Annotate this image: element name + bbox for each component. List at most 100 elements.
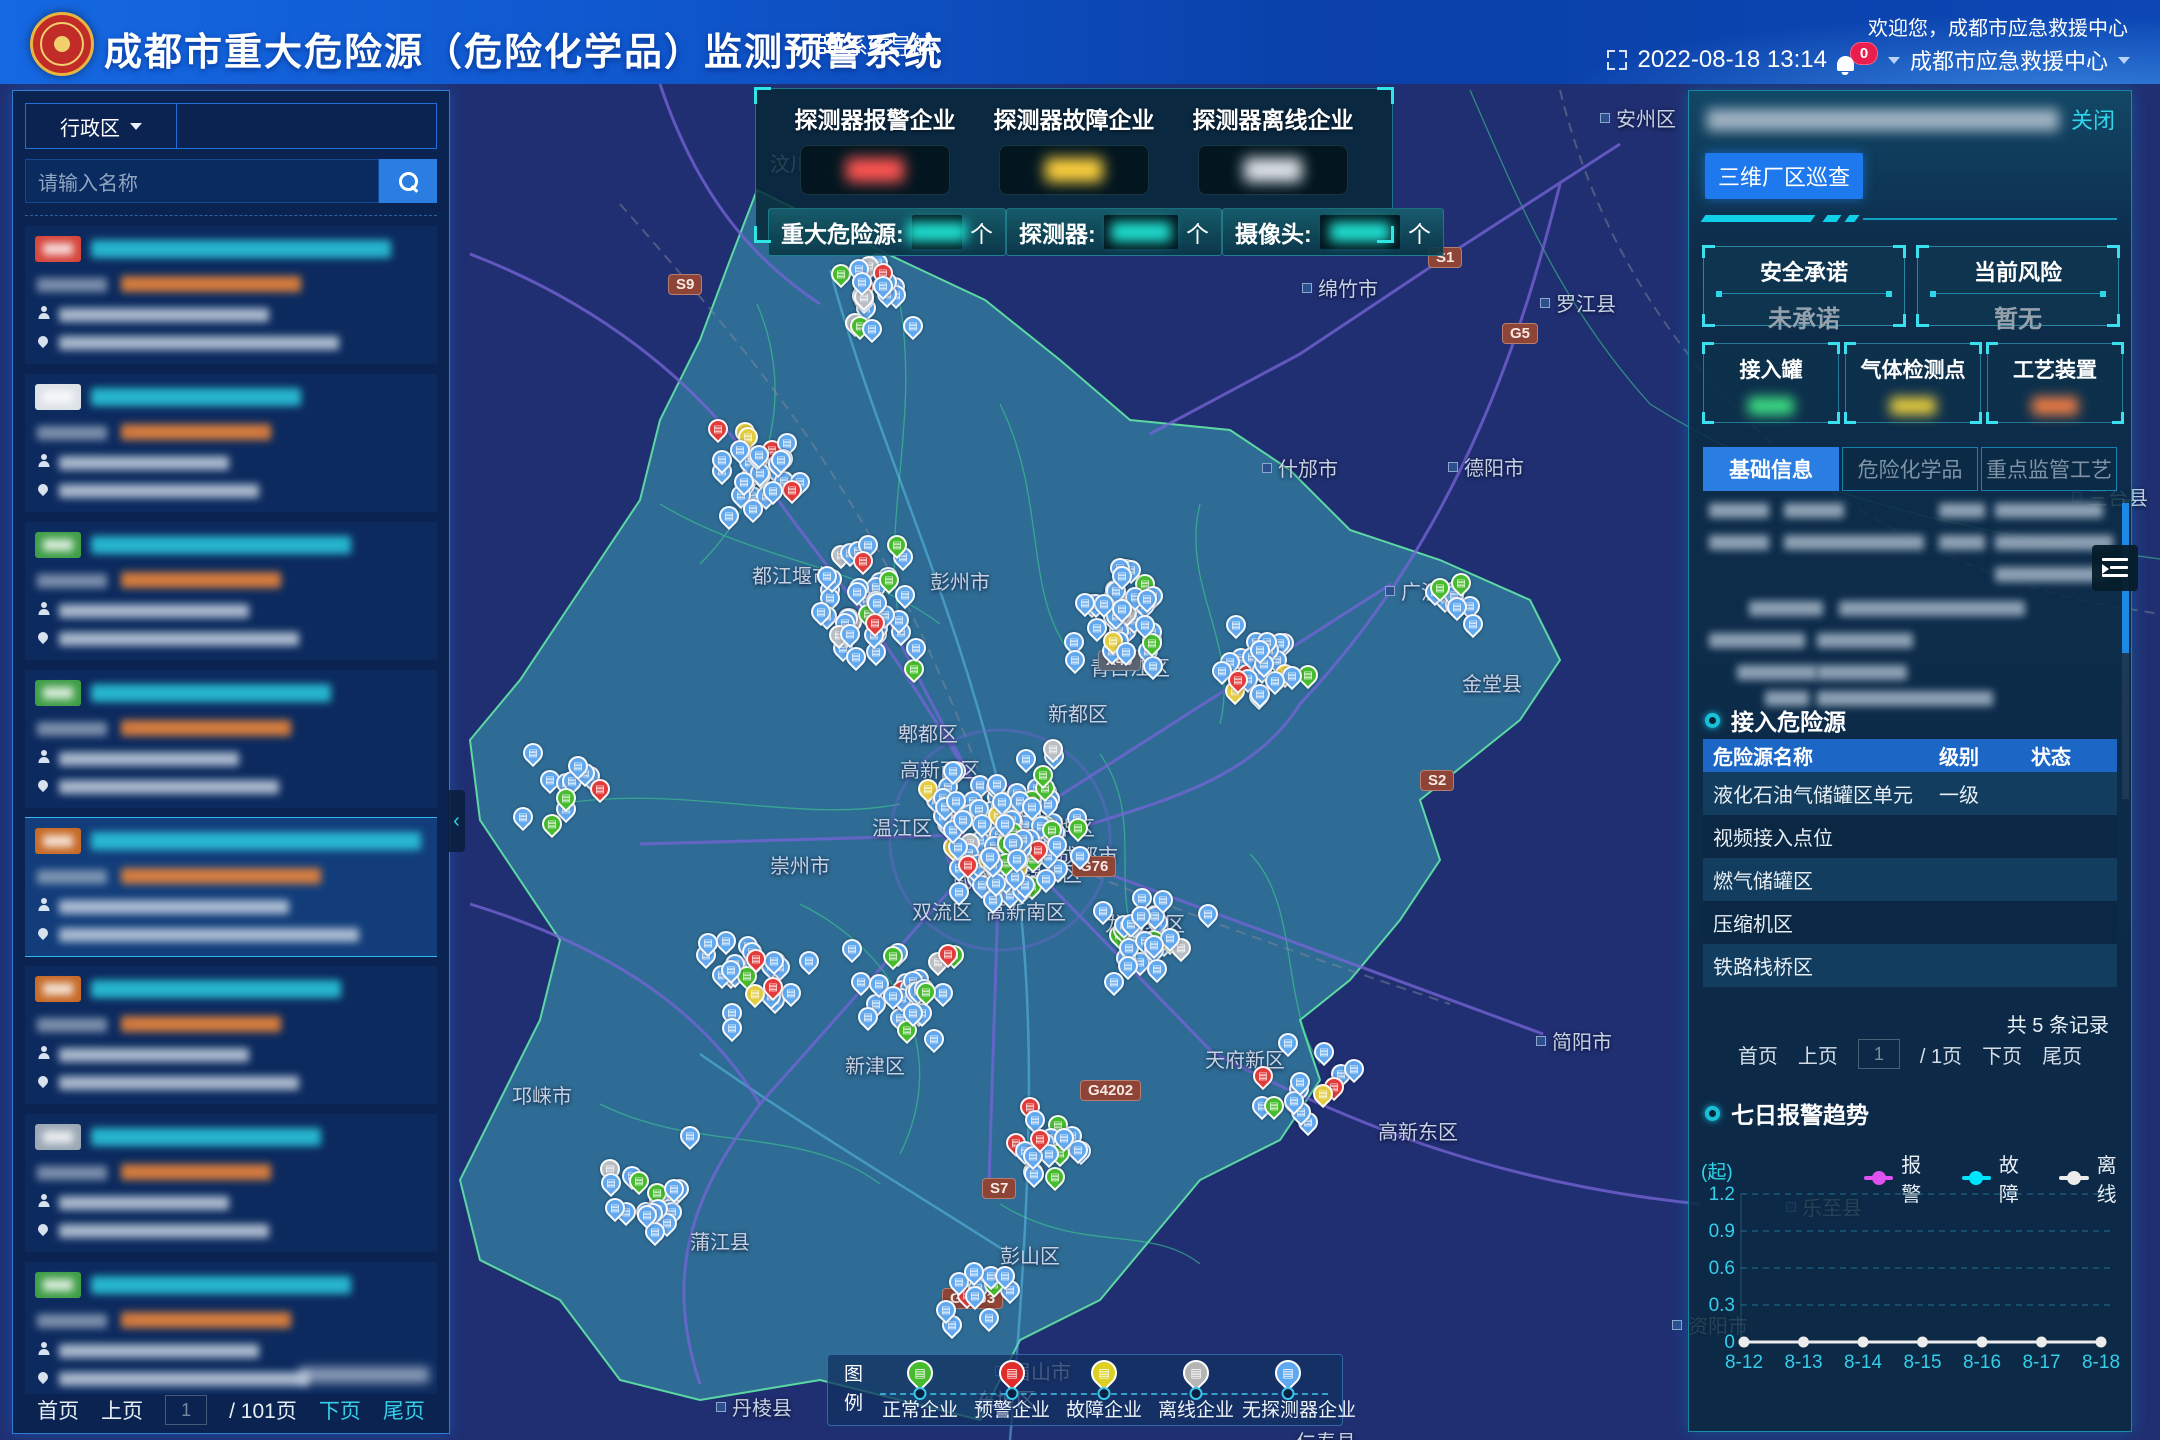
- field-label-blurred: [37, 870, 107, 884]
- address-blurred: [59, 484, 259, 498]
- legend-item-label: 故障企业: [1058, 1395, 1150, 1422]
- system-nav-button[interactable]: 系统导航: [818, 29, 934, 61]
- pagination-last[interactable]: 尾页: [2042, 1040, 2082, 1069]
- company-card[interactable]: [25, 818, 437, 956]
- company-list: [25, 226, 437, 1394]
- hazard-pagination: 首页 上页 1 / 1页 下页 尾页: [1689, 1039, 2131, 1069]
- person-icon: [37, 306, 50, 319]
- tab-危险化学品[interactable]: 危险化学品: [1842, 447, 1978, 491]
- corner-bracket: [1702, 314, 1715, 327]
- city-name: 新津区: [845, 1050, 905, 1079]
- legend-item-label: 离线企业: [1150, 1395, 1242, 1422]
- company-name-blurred: [91, 1128, 321, 1146]
- pagination-prev[interactable]: 上页: [101, 1395, 143, 1425]
- tab-重点监管工艺[interactable]: 重点监管工艺: [1981, 447, 2117, 491]
- region-filter-input[interactable]: [177, 104, 436, 148]
- company-card[interactable]: [25, 966, 437, 1104]
- city-name: 金堂县: [1462, 668, 1522, 697]
- city-label: 彭山区: [1000, 1240, 1060, 1269]
- city-name: 德阳市: [1464, 452, 1524, 481]
- corner-bracket: [1970, 342, 1982, 354]
- corner-bracket: [1702, 245, 1715, 258]
- bell-icon: [1837, 56, 1854, 71]
- close-button[interactable]: 关闭: [2071, 103, 2115, 135]
- panel-scrollbar[interactable]: [2122, 499, 2129, 799]
- detector-stat-card: 探测器报警企业: [782, 101, 968, 195]
- info-field-blurred: [1749, 601, 1823, 616]
- user-org-dropdown[interactable]: 成都市应急救援中心: [1910, 44, 2108, 76]
- total-counter: 重大危险源:个: [768, 208, 1006, 256]
- plant-3d-tour-button[interactable]: 三维厂区巡查: [1705, 153, 1863, 199]
- company-card[interactable]: [25, 374, 437, 512]
- total-counter: 探测器:个: [1006, 208, 1222, 256]
- info-field-blurred: [1939, 535, 1985, 550]
- corner-bracket: [1377, 226, 1394, 243]
- pagination-first[interactable]: 首页: [1738, 1040, 1778, 1069]
- counter-digits-box: [1104, 215, 1178, 249]
- pagination-page-input[interactable]: 1: [1858, 1039, 1900, 1069]
- person-icon: [37, 1046, 50, 1059]
- field-label-blurred: [37, 574, 107, 588]
- city-name: 郫都区: [898, 718, 958, 747]
- welcome-text: 欢迎您，成都市应急救援中心: [1868, 12, 2128, 41]
- hazard-table-row[interactable]: 视频接入点位: [1703, 815, 2117, 858]
- sidebar-collapse-button[interactable]: ‹: [448, 790, 465, 852]
- hazard-table-row[interactable]: 液化石油气储罐区单元一级: [1703, 772, 2117, 815]
- detector-stats-cards: 探测器报警企业探测器故障企业探测器离线企业: [756, 89, 1392, 195]
- svg-text:0.3: 0.3: [1709, 1295, 1735, 1316]
- hazard-type-blurred: [121, 1164, 271, 1180]
- corner-bracket: [754, 226, 771, 243]
- stat-value-box: [800, 145, 950, 195]
- company-tag-badge: [35, 236, 81, 262]
- trend-section-header: 七日报警趋势: [1705, 1096, 1869, 1130]
- pagination-first[interactable]: 首页: [37, 1395, 79, 1425]
- notification-bell-button[interactable]: 0: [1837, 50, 1878, 71]
- pagination-page-input[interactable]: 1: [165, 1395, 207, 1425]
- svg-text:1.2: 1.2: [1709, 1184, 1735, 1205]
- city-label: 丹棱县: [716, 1392, 792, 1421]
- chevron-down-icon: [1888, 57, 1900, 64]
- person-icon: [37, 1342, 50, 1355]
- counter-unit: 个: [1186, 215, 1209, 249]
- corner-bracket: [1893, 245, 1906, 258]
- tag-text-blurred: [43, 1279, 73, 1291]
- legend-item: ▤故障企业: [1058, 1355, 1150, 1425]
- search-button[interactable]: [379, 159, 437, 203]
- grid-icon: [818, 36, 836, 54]
- pagination-last[interactable]: 尾页: [383, 1395, 425, 1425]
- app-logo-icon: [30, 12, 94, 76]
- trend-y-unit: (起): [1701, 1157, 1733, 1184]
- company-card[interactable]: [25, 522, 437, 660]
- company-card[interactable]: [25, 226, 437, 364]
- city-label: 高新东区: [1378, 1116, 1458, 1145]
- region-filter-select[interactable]: 行政区: [26, 104, 177, 148]
- company-card[interactable]: [25, 1114, 437, 1252]
- panel-expand-button[interactable]: [2092, 545, 2138, 591]
- hazard-table-row[interactable]: 压缩机区: [1703, 901, 2117, 944]
- search-input[interactable]: 请输入名称: [25, 159, 379, 203]
- city-label: 蒲江县: [690, 1226, 750, 1255]
- city-label: 仁寿县: [1296, 1426, 1356, 1440]
- company-name-blurred: [91, 684, 331, 702]
- pagination-next[interactable]: 下页: [1982, 1040, 2022, 1069]
- trend-series-marker: [1962, 1176, 1991, 1180]
- city-label: 安州区: [1600, 103, 1676, 132]
- hazard-table-row[interactable]: 铁路栈桥区: [1703, 944, 2117, 987]
- pagination-total: / 1页: [1920, 1040, 1962, 1069]
- trend-chart: 00.30.60.91.28-128-138-148-158-168-178-1…: [1697, 1181, 2123, 1411]
- city-name: 简阳市: [1552, 1026, 1612, 1055]
- hazard-table-row[interactable]: 燃气储罐区: [1703, 858, 2117, 901]
- pagination-prev[interactable]: 上页: [1798, 1040, 1838, 1069]
- company-card[interactable]: [25, 670, 437, 808]
- stat-value-box: [999, 145, 1149, 195]
- pagination-next[interactable]: 下页: [319, 1395, 361, 1425]
- company-name-blurred: [91, 536, 351, 554]
- hazard-name-cell: 燃气储罐区: [1703, 865, 1929, 894]
- tab-基础信息[interactable]: 基础信息: [1703, 447, 1839, 491]
- search-icon: [399, 172, 418, 191]
- map-pin-icon: ▤: [1178, 1355, 1215, 1392]
- corner-bracket: [1986, 342, 1998, 354]
- fullscreen-icon[interactable]: [1607, 50, 1627, 70]
- detail-stat-box: 工艺装置: [1987, 343, 2123, 423]
- location-pin-icon: [36, 1222, 50, 1236]
